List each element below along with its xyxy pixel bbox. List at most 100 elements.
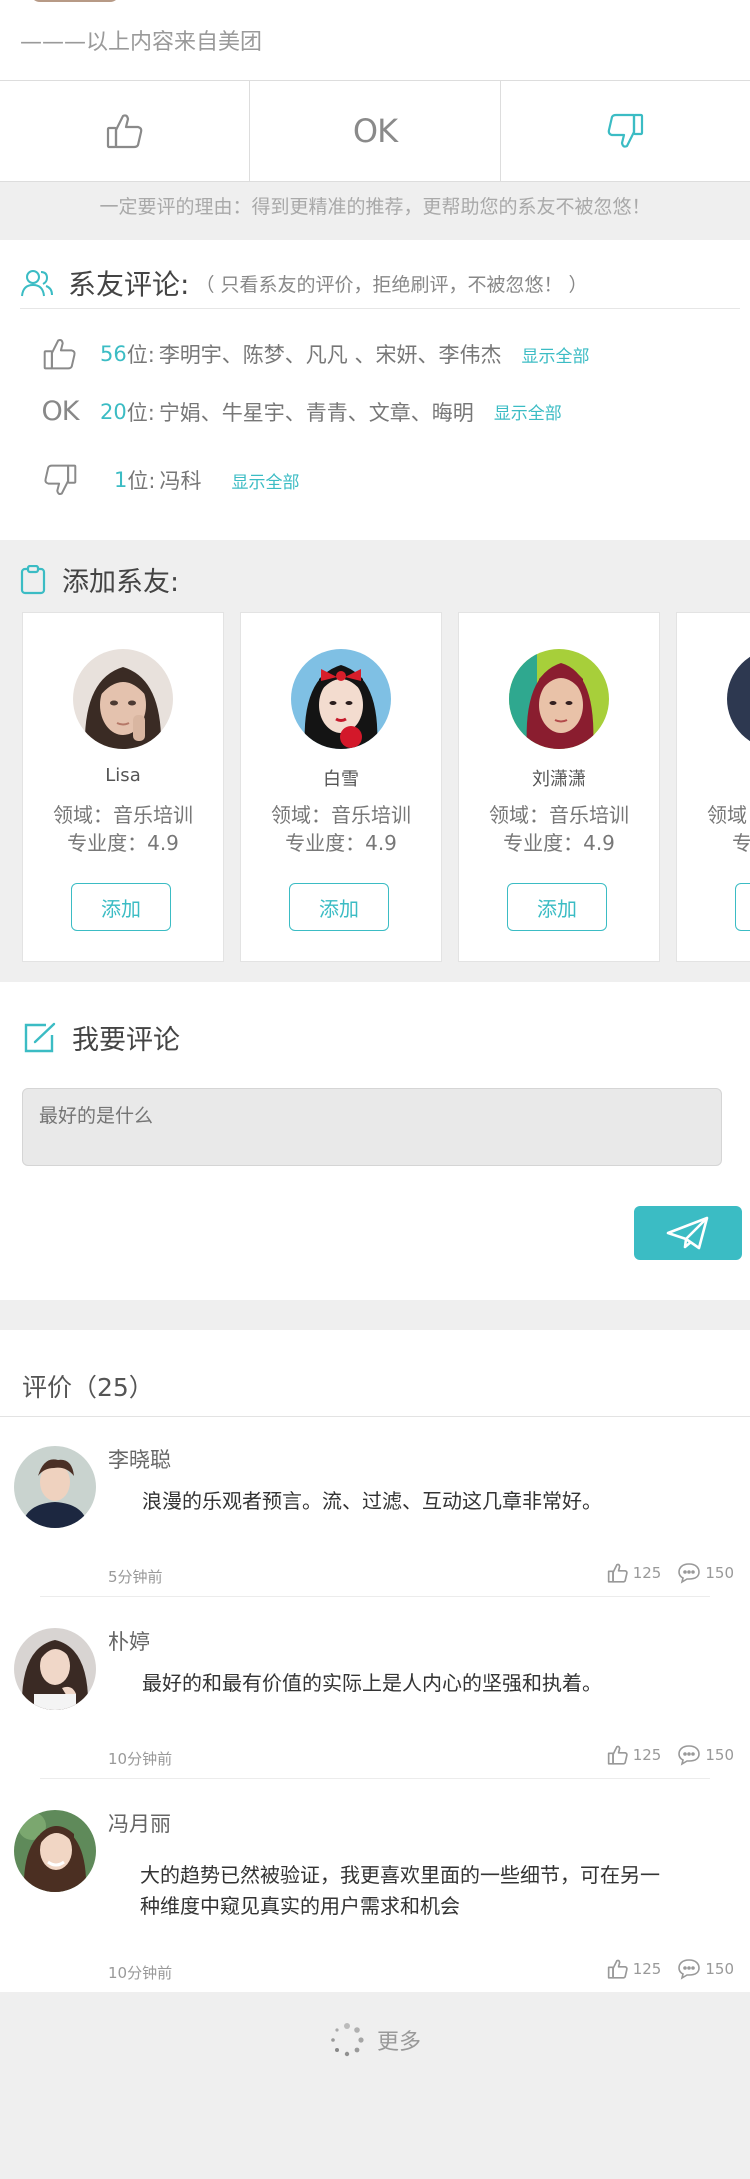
friend-reviews-header: 系友评论: （ 只看系友的评价，拒绝刷评，不被忽悠！ ） xyxy=(20,258,740,309)
friend-card-partial: 领域 专 xyxy=(676,612,750,962)
friend-field: 领域：音乐培训 xyxy=(489,803,629,827)
review-time: 10分钟前 xyxy=(108,1964,173,1982)
comment-input[interactable] xyxy=(22,1088,722,1166)
avatar xyxy=(727,649,750,749)
like-icon[interactable] xyxy=(607,1562,629,1584)
avatar xyxy=(291,649,391,749)
friend-field: 领域：音乐培训 xyxy=(53,803,193,827)
like-show-all-link[interactable]: 显示全部 xyxy=(522,342,590,367)
comment-icon[interactable] xyxy=(677,1958,701,1980)
dislike-button[interactable] xyxy=(501,81,750,181)
thumbs-down-icon xyxy=(40,462,80,498)
like-count: 125 xyxy=(632,1564,662,1582)
thumbs-down-icon xyxy=(608,113,644,148)
ok-count: 20 xyxy=(100,399,127,424)
add-friend-button[interactable]: 添加 xyxy=(71,883,171,931)
add-friends-header: 添加系友: xyxy=(20,560,179,599)
add-friends-title: 添加系友: xyxy=(62,567,180,598)
friend-score: 专业度：4.9 xyxy=(67,831,179,855)
comment-card: 我要评论 xyxy=(0,982,750,1300)
reviews-title: 评价（25） xyxy=(22,1373,154,1402)
friend-score: 专业度：4.9 xyxy=(503,831,615,855)
review-stats: 125 150 xyxy=(607,1744,734,1766)
reviews-card: 评价（25） 李晓聪 浪漫的乐观者预言。流、过滤、互动这几章非常好。 5分钟前 … xyxy=(0,1330,750,1992)
dislike-count: 1 xyxy=(114,468,128,492)
avatar[interactable] xyxy=(14,1446,96,1528)
ok-show-all-link[interactable]: 显示全部 xyxy=(494,399,562,424)
friend-card-liuxiaoxiao: 刘潇潇 领域：音乐培训 专业度：4.9 添加 xyxy=(458,612,660,962)
like-names: 李明宇、陈梦、凡凡 、宋妍、李伟杰 xyxy=(158,343,502,367)
like-button[interactable] xyxy=(0,81,251,181)
send-button[interactable] xyxy=(634,1206,742,1260)
review-time: 10分钟前 xyxy=(108,1750,173,1768)
comment-icon[interactable] xyxy=(677,1562,701,1584)
like-count: 56 xyxy=(100,342,127,366)
divider xyxy=(0,1416,750,1417)
avatar xyxy=(73,649,173,749)
comment-count: 150 xyxy=(705,1564,734,1582)
avatar[interactable] xyxy=(14,1810,96,1892)
ok-voters-row: OK 20 位: 宁娟、牛星宇、青青、文章、晦明 显示全部 xyxy=(40,396,562,427)
friend-reviews-title: 系友评论: xyxy=(68,268,190,301)
ok-unit: 位: xyxy=(126,400,155,425)
reason-text: 一定要评的理由：得到更精准的推荐，更帮助您的系友不被忽悠！ xyxy=(99,196,651,218)
comment-header: 我要评论 xyxy=(22,1018,180,1057)
reviewer-name: 朴婷 xyxy=(108,1630,150,1654)
comment-count: 150 xyxy=(705,1746,734,1764)
ok-icon: OK xyxy=(40,396,80,427)
review-text: 大的趋势已然被验证，我更喜欢里面的一些细节，可在另一种维度中窥见真实的用户需求和… xyxy=(140,1863,660,1918)
like-count: 125 xyxy=(632,1960,662,1978)
avatar[interactable] xyxy=(14,1628,96,1710)
review-stats: 125 150 xyxy=(607,1562,734,1584)
like-count: 125 xyxy=(632,1746,662,1764)
avatar xyxy=(509,649,609,749)
clipboard-icon xyxy=(20,564,46,594)
friend-reviews-card: 系友评论: （ 只看系友的评价，拒绝刷评，不被忽悠！ ） 56 位: 李明宇、陈… xyxy=(0,240,750,540)
ok-row-label: OK xyxy=(41,396,80,427)
friend-score: 专 xyxy=(732,831,750,855)
add-friend-button[interactable] xyxy=(735,883,750,931)
friend-field: 领域：音乐培训 xyxy=(271,803,411,827)
loading-spinner-icon xyxy=(331,2023,364,2057)
comment-icon[interactable] xyxy=(677,1744,701,1766)
ok-button[interactable]: OK xyxy=(250,81,501,181)
edit-icon xyxy=(24,1022,56,1052)
avatar-edge xyxy=(30,0,120,2)
friend-card-baixue: 白雪 领域：音乐培训 专业度：4.9 添加 xyxy=(240,612,442,962)
load-more-button[interactable]: 更多 xyxy=(0,2022,750,2058)
vote-bar: OK xyxy=(0,80,750,182)
like-unit: 位: xyxy=(126,343,155,367)
friend-name: Lisa xyxy=(105,765,141,786)
comment-count: 150 xyxy=(705,1960,734,1978)
dislike-names: 冯科 xyxy=(159,469,202,493)
add-friend-button[interactable]: 添加 xyxy=(507,883,607,931)
like-voters-row: 56 位: 李明宇、陈梦、凡凡 、宋妍、李伟杰 显示全部 xyxy=(40,336,590,372)
thumbs-up-icon xyxy=(106,114,142,149)
dislike-unit: 位: xyxy=(127,469,156,493)
add-friend-button[interactable]: 添加 xyxy=(289,883,389,931)
divider xyxy=(40,1596,710,1597)
comment-title: 我要评论 xyxy=(72,1025,180,1056)
like-icon[interactable] xyxy=(607,1744,629,1766)
reviewer-name: 冯月丽 xyxy=(108,1812,171,1836)
friends-icon xyxy=(21,270,53,297)
load-more-label: 更多 xyxy=(376,2030,421,2055)
divider xyxy=(40,1778,710,1779)
ok-names: 宁娟、牛星宇、青青、文章、晦明 xyxy=(158,400,474,425)
paper-plane-icon xyxy=(666,1216,709,1250)
ok-label: OK xyxy=(352,112,398,150)
review-text: 最好的和最有价值的实际上是人内心的坚强和执着。 xyxy=(142,1671,602,1695)
friend-score: 专业度：4.9 xyxy=(285,831,397,855)
friend-name: 白雪 xyxy=(323,769,359,790)
friend-reviews-subtitle: （ 只看系友的评价，拒绝刷评，不被忽悠！ ） xyxy=(195,273,588,296)
like-icon[interactable] xyxy=(607,1958,629,1980)
thumbs-up-icon xyxy=(40,336,80,372)
review-time: 5分钟前 xyxy=(108,1568,163,1586)
dislike-voters-row: 1 位: 冯科 显示全部 xyxy=(40,462,299,498)
friend-card-lisa: Lisa 领域：音乐培训 专业度：4.9 添加 xyxy=(22,612,224,962)
review-stats: 125 150 xyxy=(607,1958,734,1980)
reviewer-name: 李晓聪 xyxy=(108,1448,171,1472)
dislike-show-all-link[interactable]: 显示全部 xyxy=(231,468,299,493)
friend-name: 刘潇潇 xyxy=(532,769,586,790)
source-note: ———以上内容来自美团 xyxy=(20,30,263,55)
